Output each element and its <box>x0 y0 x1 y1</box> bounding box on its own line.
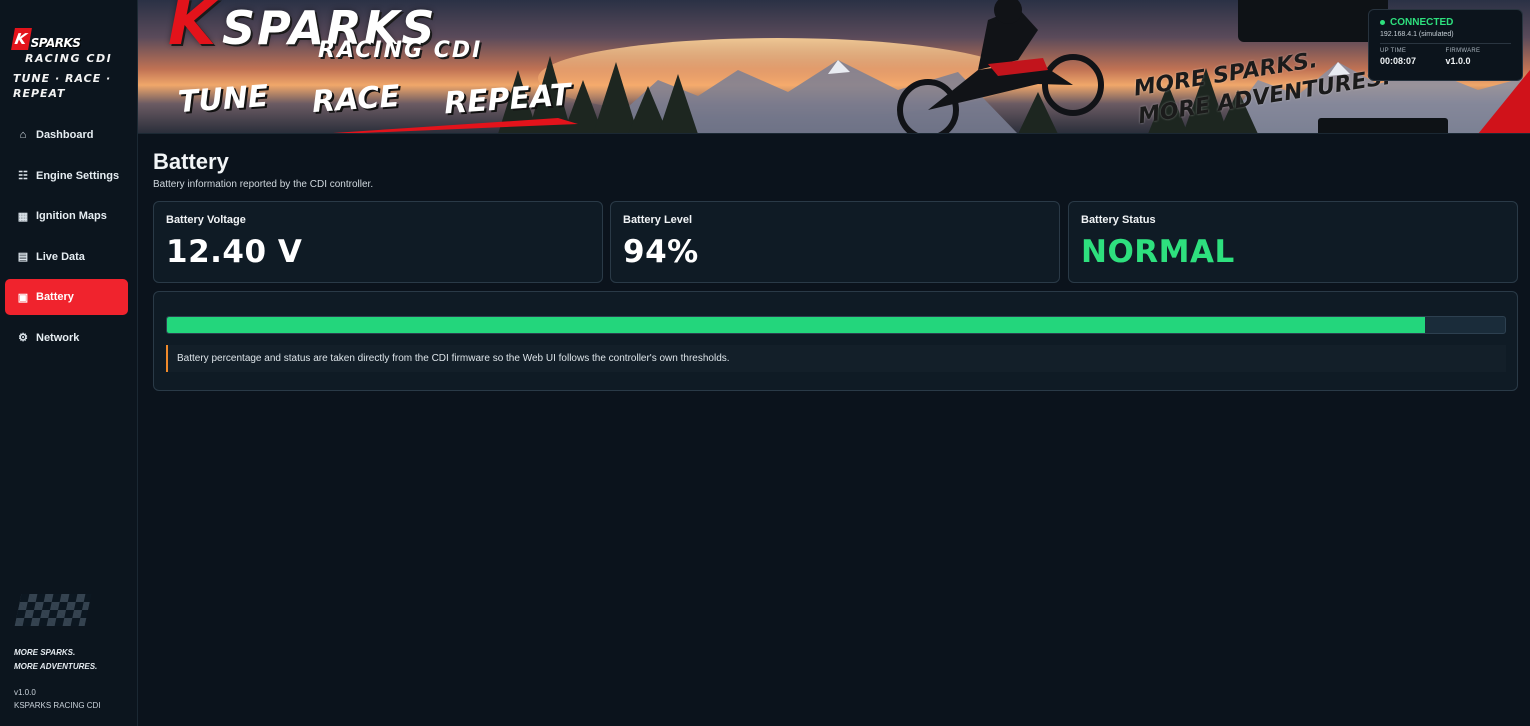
sidebar-item-dashboard[interactable]: ⌂ Dashboard <box>5 117 128 153</box>
banner-word-repeat: REPEAT <box>443 77 573 122</box>
sidebar-item-ignition-maps[interactable]: ▦ Ignition Maps <box>5 198 128 234</box>
gear-icon: ⚙ <box>18 332 28 344</box>
sidebar-nav: ⌂ Dashboard ☷ Engine Settings ▦ Ignition… <box>5 117 128 360</box>
battery-voltage-value: 12.40 V <box>166 234 303 270</box>
sidebar-slogan: MORE SPARKS. MORE ADVENTURES. <box>14 646 97 674</box>
grid-icon: ▦ <box>17 210 29 223</box>
banner-words: TUNE RACE REPEAT <box>176 78 572 122</box>
banner-word-race: RACE <box>311 78 402 121</box>
home-icon: ⌂ <box>19 129 27 141</box>
battery-progress-fill <box>167 317 1425 333</box>
brand-logo[interactable]: K SPARKS RACING CDI TUNE · RACE · REPEAT <box>11 24 133 101</box>
connection-ip: 192.168.4.1 (simulated) <box>1380 31 1454 38</box>
sidebar-version: v1.0.0 KSPARKS RACING CDI <box>14 686 101 712</box>
brand-tagline: TUNE · RACE · REPEAT <box>13 72 112 100</box>
battery-level-value: 94% <box>623 234 699 270</box>
battery-status-value: NORMAL <box>1081 234 1235 270</box>
checkered-flag-icon <box>14 594 92 626</box>
status-dot-icon <box>1380 20 1385 25</box>
sidebar-item-label: Dashboard <box>36 129 94 141</box>
uptime-label: UP TIME <box>1380 48 1407 54</box>
banner-title-k: K <box>168 0 219 59</box>
banner-subtitle: RACING CDI <box>318 38 483 63</box>
firmware-value: v1.0.0 <box>1445 56 1471 66</box>
page-title: Battery <box>153 149 229 174</box>
connection-status-text: CONNECTED <box>1390 17 1454 28</box>
battery-info-note: Battery percentage and status are taken … <box>166 345 1506 372</box>
sidebar-item-engine-settings[interactable]: ☷ Engine Settings <box>5 158 128 194</box>
firmware-block: FIRMWARE v1.0.0 <box>1446 48 1512 66</box>
sidebar-item-label: Live Data <box>36 250 85 263</box>
card-label: Battery Status <box>1081 214 1156 226</box>
sidebar-item-label: Network <box>36 331 80 344</box>
banner-word-tune: TUNE <box>176 78 270 121</box>
battery-icon: ▣ <box>17 291 29 304</box>
sidebar: K SPARKS RACING CDI TUNE · RACE · REPEAT… <box>0 0 138 726</box>
connection-stats: UP TIME 00:08:07 FIRMWARE v1.0.0 <box>1380 48 1511 66</box>
firmware-label: FIRMWARE <box>1445 48 1481 54</box>
sliders-icon: ☷ <box>18 170 28 182</box>
sidebar-item-label: Ignition Maps <box>36 210 107 222</box>
card-label: Battery Level <box>623 214 693 226</box>
battery-bar-card: Battery percentage and status are taken … <box>153 291 1518 391</box>
uptime-block: UP TIME 00:08:07 <box>1380 48 1446 66</box>
brand-subtitle: RACING CDI <box>25 52 113 65</box>
sidebar-slogan-line2: MORE ADVENTURES. <box>14 662 98 671</box>
battery-level-card: Battery Level 94% <box>610 201 1060 283</box>
logo-mark: K SPARKS <box>11 24 133 50</box>
hero-banner: KSPARKS RACING CDI TUNE RACE REPEAT MORE… <box>138 0 1530 134</box>
sidebar-item-live-data[interactable]: ▤ Live Data <box>5 239 128 275</box>
table-icon: ▤ <box>17 251 29 263</box>
divider <box>1380 43 1511 44</box>
connection-status: CONNECTED <box>1380 17 1511 28</box>
sidebar-item-network[interactable]: ⚙ Network <box>5 320 128 356</box>
logo-k: K <box>11 28 32 50</box>
uptime-value: 00:08:07 <box>1380 56 1417 66</box>
card-label: Battery Voltage <box>166 214 246 226</box>
battery-voltage-card: Battery Voltage 12.40 V <box>153 201 603 283</box>
sidebar-item-label: Battery <box>36 291 74 303</box>
connection-status-panel: CONNECTED 192.168.4.1 (simulated) UP TIM… <box>1368 9 1523 81</box>
version-text: v1.0.0 <box>14 688 36 697</box>
product-name: KSPARKS RACING CDI <box>14 701 101 710</box>
sidebar-item-label: Engine Settings <box>36 169 120 182</box>
battery-progress-bar <box>166 316 1506 334</box>
sidebar-item-battery[interactable]: ▣ Battery <box>5 279 128 315</box>
logo-word: SPARKS <box>30 36 81 50</box>
page-subtitle: Battery information reported by the CDI … <box>153 179 374 190</box>
sidebar-slogan-line1: MORE SPARKS. <box>14 648 76 657</box>
battery-status-card: Battery Status NORMAL <box>1068 201 1518 283</box>
